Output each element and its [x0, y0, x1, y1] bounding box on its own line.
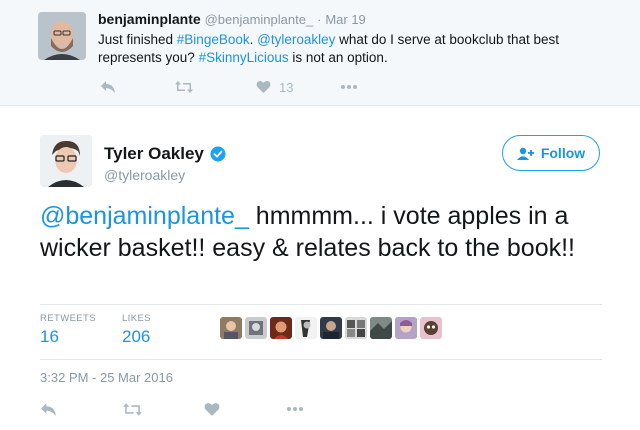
liker-avatar[interactable]: [270, 317, 292, 339]
retweets-count: 16: [40, 327, 59, 346]
heart-icon: [256, 80, 271, 93]
more-icon: [341, 85, 357, 89]
reply-icon: [41, 402, 56, 416]
follow-button[interactable]: Follow: [502, 135, 600, 171]
main-action-bar: [40, 400, 304, 418]
more-icon: [287, 407, 303, 411]
retweet-icon: [175, 81, 193, 93]
verified-badge-icon: [210, 146, 226, 162]
follow-label: Follow: [540, 145, 586, 161]
mention-link[interactable]: @tyleroakley: [257, 32, 335, 47]
reply-icon: [101, 81, 115, 93]
more-button[interactable]: [286, 406, 304, 412]
liker-avatar[interactable]: [395, 317, 417, 339]
reply-text-part: Just finished: [98, 32, 177, 47]
reply-header: benjaminplante @benjaminplante_ · Mar 19: [98, 11, 366, 27]
main-avatar[interactable]: [40, 135, 92, 187]
likes-stat[interactable]: LIKES 206: [122, 313, 151, 347]
mention-link[interactable]: @benjaminplante_: [40, 202, 249, 230]
reply-button[interactable]: [100, 80, 174, 94]
liker-avatar[interactable]: [420, 317, 442, 339]
heart-icon: [204, 402, 220, 416]
reply-author-name[interactable]: benjaminplante: [98, 11, 201, 27]
retweet-icon: [123, 402, 142, 416]
reply-button[interactable]: [40, 402, 122, 417]
reply-tweet[interactable]: benjaminplante @benjaminplante_ · Mar 19…: [0, 0, 640, 106]
author-name-text: Tyler Oakley: [104, 144, 204, 163]
like-count: 13: [279, 79, 294, 95]
retweet-button[interactable]: [122, 402, 204, 417]
reply-text: Just finished #BingeBook. @tyleroakley w…: [98, 31, 618, 67]
retweet-button[interactable]: [174, 80, 256, 94]
main-author-handle[interactable]: @tyleroakley: [104, 167, 185, 183]
liker-avatars: [220, 317, 442, 339]
like-button[interactable]: [204, 402, 286, 417]
liker-avatar[interactable]: [295, 317, 317, 339]
liker-avatar[interactable]: [220, 317, 242, 339]
reply-text-part: .: [249, 32, 258, 47]
liker-avatar[interactable]: [370, 317, 392, 339]
reply-text-part: is not an option.: [288, 50, 388, 65]
like-button[interactable]: 13: [256, 80, 340, 95]
liker-avatar[interactable]: [320, 317, 342, 339]
reply-avatar[interactable]: [38, 12, 86, 60]
tweet-timestamp[interactable]: 3:32 PM - 25 Mar 2016: [40, 370, 173, 385]
reply-action-bar: 13: [100, 78, 358, 96]
more-button[interactable]: [340, 84, 358, 90]
retweets-label: RETWEETS: [40, 313, 96, 324]
tweet-stats: RETWEETS 16 LIKES 206: [40, 304, 602, 360]
hashtag-link[interactable]: #SkinnyLicious: [199, 50, 289, 65]
retweets-stat[interactable]: RETWEETS 16: [40, 313, 96, 347]
liker-avatar[interactable]: [345, 317, 367, 339]
hashtag-link[interactable]: #BingeBook: [177, 32, 250, 47]
reply-date[interactable]: Mar 19: [325, 12, 365, 27]
liker-avatar[interactable]: [245, 317, 267, 339]
likes-count: 206: [122, 327, 151, 346]
main-author-name[interactable]: Tyler Oakley: [104, 144, 226, 164]
reply-author-handle[interactable]: @benjaminplante_: [205, 12, 314, 27]
reply-separator: ·: [317, 12, 322, 27]
likes-label: LIKES: [122, 313, 151, 324]
main-tweet-text: @benjaminplante_ hmmmm... i vote apples …: [40, 200, 600, 264]
follow-person-icon: [516, 147, 534, 160]
